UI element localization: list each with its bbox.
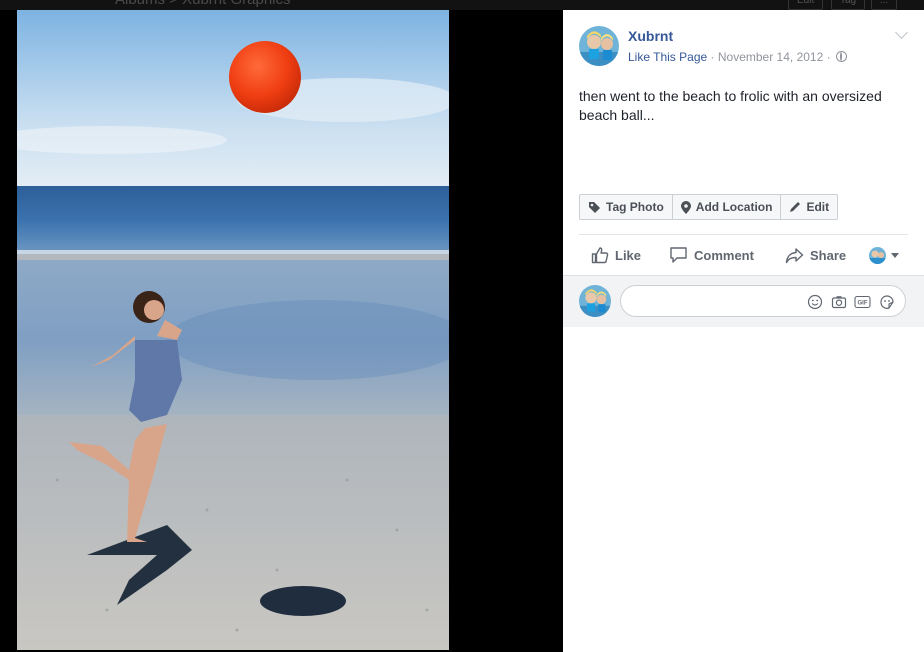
add-location-label: Add Location bbox=[695, 200, 773, 214]
post-actions: Like Comment Share bbox=[579, 243, 908, 267]
comment-input[interactable] bbox=[633, 286, 807, 318]
post-caption: then went to the beach to frolic with an… bbox=[579, 88, 882, 123]
gif-label: GIF bbox=[858, 300, 868, 306]
share-label: Share bbox=[810, 247, 847, 263]
meta-separator-2: · bbox=[826, 50, 831, 64]
breadcrumb: Albums > Xubrnt Graphics bbox=[115, 0, 291, 8]
bg-tag-button: Tag bbox=[831, 0, 866, 10]
background-header: Albums > Xubrnt Graphics Edit Tag ... bbox=[0, 0, 924, 10]
share-button[interactable]: Share bbox=[785, 247, 846, 264]
sticker-icon[interactable] bbox=[878, 293, 895, 310]
photo-action-buttons: Tag Photo Add Location Edit bbox=[579, 194, 839, 220]
emoji-icon[interactable] bbox=[806, 293, 823, 310]
caret-down-icon bbox=[891, 252, 899, 258]
divider bbox=[579, 234, 908, 235]
comment-bubble-icon bbox=[670, 247, 687, 263]
page-avatar[interactable] bbox=[579, 26, 619, 66]
comment-button[interactable]: Comment bbox=[669, 246, 754, 264]
edit-label: Edit bbox=[806, 200, 830, 214]
page-name-link[interactable]: Xubrnt bbox=[628, 28, 673, 44]
commenter-avatar bbox=[579, 285, 611, 317]
post-panel: Xubrnt Like This Page · November 14, 201… bbox=[563, 10, 924, 652]
comment-tools: GIF bbox=[806, 293, 895, 310]
reactor-avatar bbox=[869, 246, 886, 264]
pencil-icon bbox=[790, 202, 801, 212]
globe-icon[interactable] bbox=[835, 51, 847, 62]
post-date[interactable]: November 14, 2012 bbox=[718, 50, 823, 64]
tag-icon bbox=[589, 201, 600, 213]
gif-icon[interactable]: GIF bbox=[854, 293, 871, 310]
like-label: Like bbox=[615, 247, 642, 263]
comment-box: GIF bbox=[620, 285, 906, 318]
like-page-link[interactable]: Like This Page bbox=[628, 50, 707, 64]
tag-photo-button[interactable]: Tag Photo bbox=[580, 195, 673, 219]
post-as-selector[interactable] bbox=[869, 246, 899, 264]
location-pin-icon bbox=[680, 200, 691, 214]
edit-button[interactable]: Edit bbox=[781, 195, 837, 219]
bg-more-button: ... bbox=[871, 0, 898, 10]
comment-composer: GIF bbox=[563, 275, 924, 327]
like-button[interactable]: Like bbox=[591, 246, 641, 264]
beach-photo[interactable] bbox=[17, 10, 449, 650]
add-location-button[interactable]: Add Location bbox=[673, 195, 782, 219]
tag-photo-label: Tag Photo bbox=[606, 200, 664, 214]
photo-stage[interactable] bbox=[0, 10, 563, 652]
thumbs-up-icon bbox=[591, 247, 609, 264]
camera-icon[interactable] bbox=[830, 293, 847, 310]
share-arrow-icon bbox=[785, 247, 804, 263]
post-meta: Like This Page · November 14, 2012 · bbox=[628, 50, 847, 64]
comment-label: Comment bbox=[694, 247, 754, 263]
chevron-down-icon[interactable] bbox=[895, 26, 908, 39]
meta-separator: · bbox=[710, 50, 715, 64]
bg-edit-button: Edit bbox=[788, 0, 824, 10]
